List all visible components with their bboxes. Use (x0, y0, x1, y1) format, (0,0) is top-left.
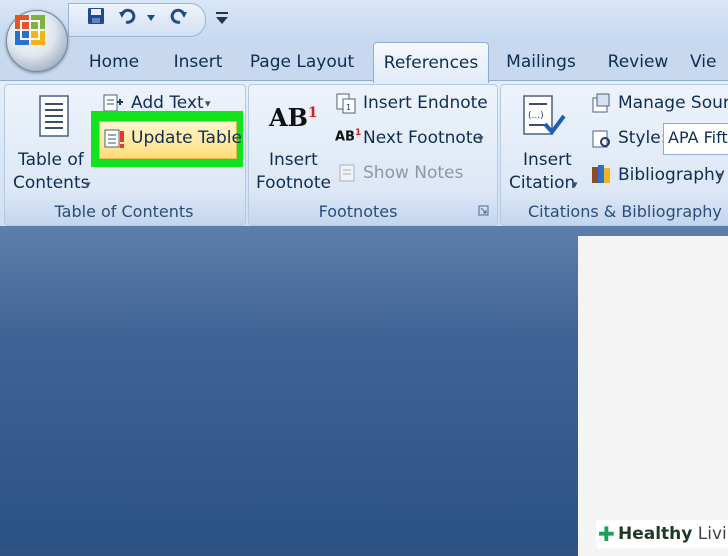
manage-sources-button[interactable]: Manage Sourc (618, 93, 728, 113)
tab-view[interactable]: Vie (690, 44, 728, 80)
add-text-button[interactable]: Add Text (131, 93, 204, 113)
toc-button-label-1[interactable]: Table of (18, 150, 84, 170)
bibliography-icon (592, 165, 610, 183)
toc-dropdown-icon[interactable]: ▾ (85, 178, 91, 191)
toc-button-label-2[interactable]: Contents (13, 173, 89, 193)
bibliography-button[interactable]: Bibliography (618, 165, 725, 185)
tab-references[interactable]: References (373, 42, 489, 83)
undo-dropdown-icon[interactable] (146, 14, 156, 22)
add-text-icon (103, 94, 123, 112)
tab-insert[interactable]: Insert (166, 44, 230, 80)
redo-icon[interactable] (168, 6, 188, 26)
document-page[interactable] (578, 236, 728, 556)
insert-footnote-label-1[interactable]: Insert (269, 150, 318, 170)
show-notes-button: Show Notes (363, 163, 464, 183)
show-notes-icon (339, 164, 355, 182)
watermark-text-bold: Healthy (618, 524, 693, 544)
style-select-value: APA Fifth (668, 128, 728, 147)
customize-toolbar-icon[interactable] (213, 8, 231, 28)
footnotes-group-label: Footnotes (318, 202, 398, 221)
insert-endnote-button[interactable]: Insert Endnote (363, 93, 488, 113)
tab-page-layout[interactable]: Page Layout (246, 44, 358, 80)
svg-text:(...): (...) (528, 111, 544, 121)
save-icon[interactable] (86, 6, 106, 26)
insert-citation-label-2[interactable]: Citation (509, 173, 575, 193)
tab-mailings[interactable]: Mailings (498, 44, 584, 80)
insert-endnote-icon: 1 (336, 93, 356, 114)
ab-glyph: AB (269, 103, 308, 132)
watermark-text-light: Living (697, 524, 728, 544)
insert-citation-icon: (...) (523, 95, 566, 136)
next-footnote-dropdown-icon[interactable]: ▾ (478, 132, 484, 145)
toc-group-label: Table of Contents (54, 202, 194, 221)
ab-superscript: 1 (307, 105, 318, 121)
watermark-text: Healthy Living (618, 524, 728, 544)
style-label: Style: (618, 128, 667, 148)
bibliography-dropdown-icon[interactable]: ▾ (718, 169, 724, 182)
undo-icon[interactable] (118, 6, 138, 26)
insert-footnote-label-2[interactable]: Footnote (256, 173, 331, 193)
tab-review[interactable]: Review (600, 44, 676, 80)
insert-citation-dropdown-icon[interactable]: ▾ (572, 178, 578, 191)
watermark: ✚ Healthy Living (596, 520, 728, 548)
office-logo-icon (15, 15, 45, 45)
tab-home[interactable]: Home (80, 44, 148, 80)
insert-footnote-icon: AB1 (269, 103, 318, 132)
update-table-icon (104, 129, 124, 148)
table-of-contents-icon (39, 95, 69, 137)
style-icon (592, 130, 610, 148)
next-footnote-button[interactable]: Next Footnote (363, 128, 483, 148)
insert-citation-label-1[interactable]: Insert (523, 150, 572, 170)
manage-sources-icon (592, 93, 610, 113)
add-text-dropdown-icon[interactable]: ▾ (205, 97, 211, 110)
svg-text:1: 1 (346, 103, 351, 112)
update-table-button[interactable]: Update Table (131, 128, 242, 148)
watermark-plus-icon: ✚ (598, 522, 615, 546)
next-footnote-icon: AB1 (335, 128, 362, 145)
citations-group-label: Citations & Bibliography (528, 202, 722, 221)
dialog-launcher-icon[interactable] (478, 205, 489, 216)
